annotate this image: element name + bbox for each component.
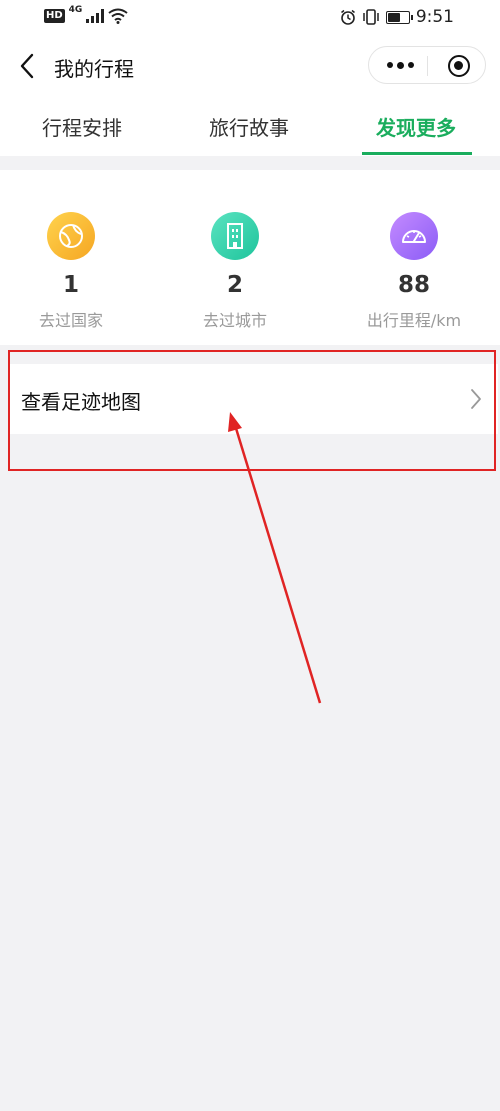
status-left: HD 4G [44,5,128,24]
view-footprint-map-row[interactable]: 查看足迹地图 [10,364,498,434]
capsule-divider [427,56,428,76]
annotation-arrow [228,412,322,704]
speedometer-icon [390,212,438,260]
countries-label: 去过国家 [38,311,103,330]
back-arrow-icon[interactable] [16,52,40,80]
battery-icon [385,10,413,24]
mini-program-capsule [368,46,486,84]
countries-count: 1 [62,272,79,298]
status-time: 9:51 [415,7,454,27]
cities-label: 去过城市 [202,311,267,330]
stat-distance: 88 出行里程/km [349,170,479,331]
globe-icon [47,212,95,260]
signal-icon [86,9,105,23]
cities-count: 2 [226,272,243,298]
stat-countries: 1 去过国家 [6,170,136,331]
footprint-map-label: 查看足迹地图 [21,390,141,414]
nav-bar: 我的行程 [0,36,500,98]
stat-cities: 2 去过城市 [170,170,300,331]
hd-badge: HD [44,9,65,23]
tab-discover-more[interactable]: 发现更多 [376,112,456,141]
more-options-icon[interactable] [383,55,417,75]
status-right: 9:51 [340,7,454,27]
page-title: 我的行程 [54,57,134,81]
tab-bar: 行程安排 旅行故事 发现更多 [0,98,500,156]
tab-itinerary[interactable]: 行程安排 [42,112,122,141]
travel-stats: 1 去过国家 2 去过城市 88 出行里程/km [0,170,500,345]
chevron-right-icon [471,389,481,409]
building-icon [211,212,259,260]
vibrate-icon [363,9,379,25]
alarm-icon [340,9,355,25]
wifi-icon [108,8,128,24]
status-bar: HD 4G 9:51 [0,0,500,36]
distance-label: 出行里程/km [366,311,462,330]
network-type: 4G [68,5,83,15]
distance-value: 88 [397,272,430,298]
tab-travel-stories[interactable]: 旅行故事 [209,112,289,141]
active-tab-indicator [362,152,472,155]
close-mini-program-icon[interactable] [448,55,470,77]
